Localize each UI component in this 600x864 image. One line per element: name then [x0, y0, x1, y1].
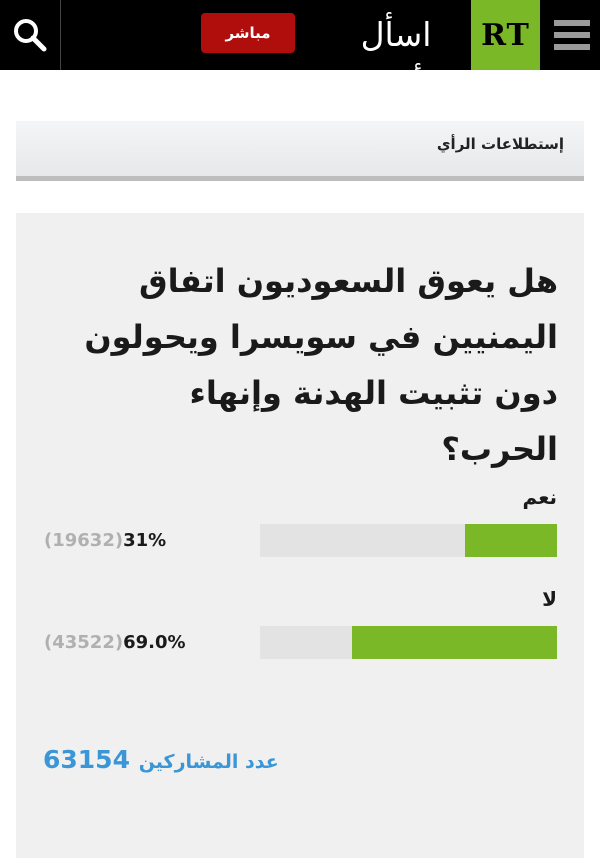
- rt-logo[interactable]: RT: [471, 0, 540, 70]
- poll-option-bar-fill: [352, 626, 557, 659]
- top-bar: مباشر اسأل أكثر RT: [0, 0, 600, 104]
- participants-label: عدد المشاركين: [138, 751, 279, 773]
- poll-option-count: (43522): [44, 632, 124, 653]
- poll-option-label: لا: [542, 587, 557, 611]
- poll-option-count: (19632): [44, 530, 124, 551]
- poll-option-stat: (19632)31%: [44, 530, 166, 551]
- poll-option-bar: [260, 524, 557, 557]
- search-icon: [14, 19, 47, 52]
- poll-option-percent: 31%: [123, 530, 167, 551]
- rt-logo-text: RT: [481, 17, 530, 53]
- poll-option-label: نعم: [522, 485, 557, 509]
- hamburger-menu-icon[interactable]: [543, 0, 600, 70]
- poll-option-stat: (43522)69.0%: [44, 632, 186, 653]
- poll-option-bar: [260, 626, 557, 659]
- section-title[interactable]: إستطلاعات الرأي: [437, 135, 564, 153]
- slogan: اسأل أكثر: [360, 15, 432, 104]
- search-button[interactable]: [0, 0, 61, 70]
- poll-question: هل يعوق السعوديون اتفاق اليمنيين في سويس…: [84, 262, 558, 468]
- section-header: إستطلاعات الرأي: [16, 121, 584, 181]
- poll-option-percent: 69.0%: [123, 632, 186, 653]
- participants-number: 63154: [43, 745, 130, 774]
- poll-option-bar-fill: [464, 524, 557, 557]
- live-button[interactable]: مباشر: [201, 13, 295, 53]
- participants-count: 63154 عدد المشاركين: [43, 745, 279, 774]
